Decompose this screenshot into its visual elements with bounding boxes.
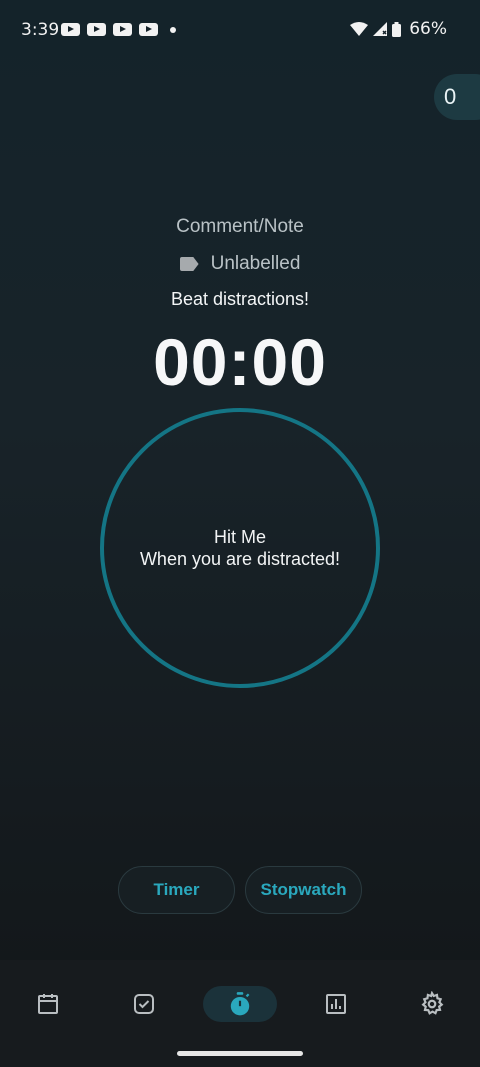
youtube-icon [87,23,106,36]
status-right: 66% [350,19,447,39]
nav-stats[interactable] [299,986,373,1022]
hit-me-line1: Hit Me [213,527,266,547]
nav-stopwatch[interactable] [203,986,277,1022]
bottom-navigation [0,960,480,1067]
settings-icon [421,991,444,1015]
youtube-icon [139,23,158,36]
youtube-icon [61,23,80,36]
more-notifications-dot [170,27,176,33]
battery-percent: 66% [409,19,447,39]
home-indicator[interactable] [177,1051,303,1056]
youtube-icon [113,23,132,36]
stopwatch-mode-button[interactable]: Stopwatch [245,866,362,914]
motivation-text: Beat distractions! [170,289,310,309]
checkbox-icon [134,994,154,1014]
timer-display: 00:00 [153,325,327,399]
label-selector[interactable]: Unlabelled [0,253,480,275]
notification-icons [61,23,158,36]
wifi-icon [350,22,369,36]
signal-icon [373,22,388,36]
timer-mode-button[interactable]: Timer [118,866,235,914]
comment-note-field[interactable]: Comment/Note [0,216,480,238]
distraction-counter[interactable]: 0 [434,74,480,120]
nav-tasks[interactable] [107,986,181,1022]
nav-settings[interactable] [395,986,469,1022]
hit-me-line2: When you are distracted! [139,549,341,569]
status-bar: 3:39 66% [0,0,480,60]
status-time: 3:39 [21,20,60,40]
tag-icon [179,257,199,271]
hit-me-button[interactable]: Hit Me When you are distracted! [100,408,380,688]
stopwatch-icon [230,992,250,1016]
calendar-icon [38,994,58,1014]
nav-calendar[interactable] [11,986,85,1022]
bar-chart-icon [326,994,346,1014]
label-text: Unlabelled [210,253,301,274]
battery-icon [392,21,402,37]
